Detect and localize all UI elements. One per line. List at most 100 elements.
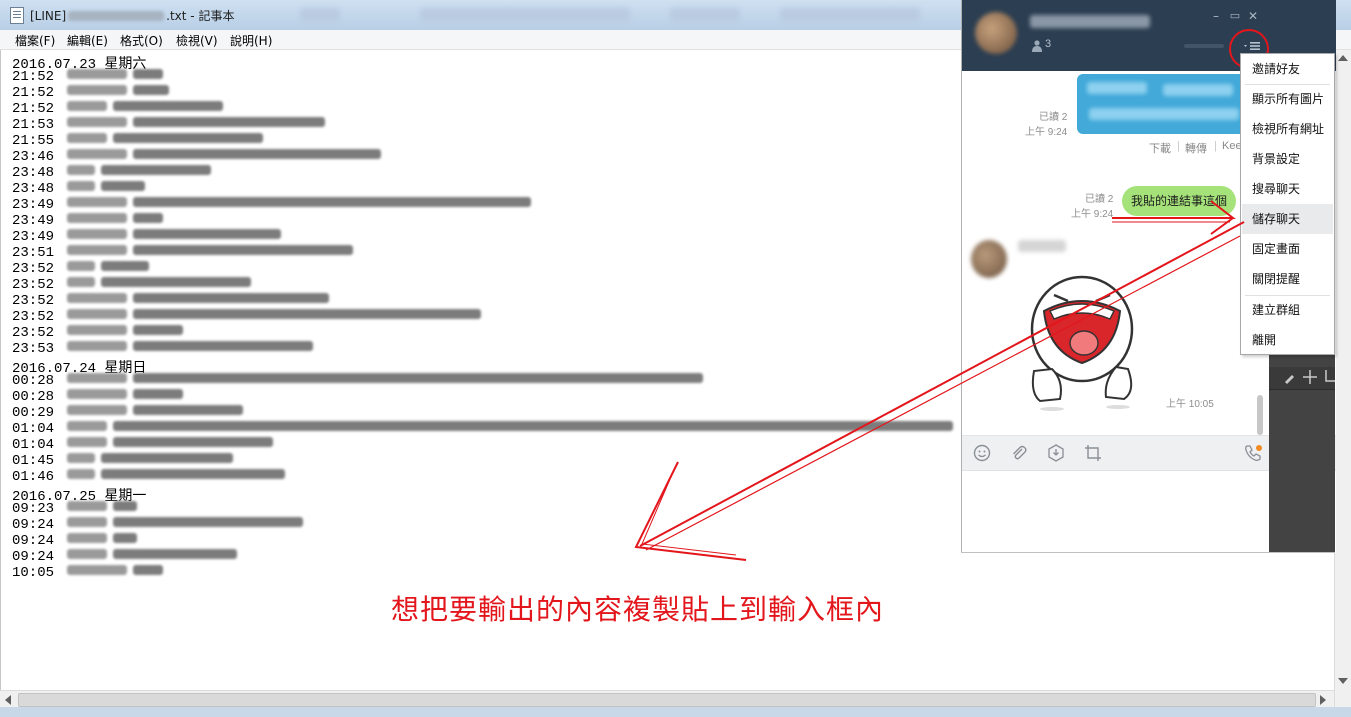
- minimize-icon[interactable]: –: [1209, 9, 1223, 23]
- message-time: 上午 9:24: [1025, 127, 1068, 138]
- blurred-content: [1087, 82, 1147, 94]
- taskbar-blur: [300, 8, 340, 22]
- log-time: 23:53: [12, 341, 55, 357]
- members-icon: [1032, 40, 1042, 52]
- log-time: 23:52: [12, 309, 55, 325]
- date-line: 2016.07.23 星期六: [12, 57, 147, 73]
- member-count: 3: [1045, 38, 1052, 50]
- forward-link[interactable]: 轉傳: [1185, 140, 1207, 156]
- log-time: 23:49: [12, 213, 55, 229]
- log-time: 23:49: [12, 229, 55, 245]
- log-time: 23:52: [12, 277, 55, 293]
- menu-help[interactable]: 說明(H): [230, 32, 272, 49]
- taskbar-blur: [420, 8, 630, 22]
- menu-file[interactable]: 檔案(F): [15, 32, 55, 49]
- attach-icon[interactable]: [1010, 444, 1028, 462]
- horizontal-scrollbar[interactable]: [0, 690, 1334, 708]
- menu-search-chat[interactable]: 搜尋聊天: [1242, 174, 1333, 204]
- sender-avatar[interactable]: [971, 240, 1007, 278]
- my-message-bubble[interactable]: 我貼的連結事這個: [1122, 186, 1237, 216]
- log-time: 00:28: [12, 389, 55, 405]
- background-window: [1269, 353, 1335, 552]
- group-avatar[interactable]: [975, 12, 1017, 54]
- log-line: 09:24: [12, 549, 237, 565]
- move-icon: [1303, 370, 1317, 384]
- log-line: 21:53: [12, 117, 325, 133]
- scroll-up-icon[interactable]: [1338, 55, 1348, 61]
- log-time: 09:24: [12, 549, 55, 565]
- menu-create-group[interactable]: 建立群組: [1242, 295, 1333, 325]
- menu-edit[interactable]: 編輯(E): [67, 32, 108, 49]
- log-line: 21:52: [12, 85, 169, 101]
- log-line: 23:52: [12, 277, 251, 293]
- download-link[interactable]: 下載: [1149, 140, 1171, 156]
- menu-view[interactable]: 檢視(V): [176, 32, 218, 49]
- message-time: 上午 9:24: [1071, 209, 1114, 220]
- blurred-content: [1089, 108, 1239, 120]
- read-receipt: 已讀 2: [1039, 112, 1068, 123]
- log-time: 23:52: [12, 293, 55, 309]
- log-line: 01:04: [12, 421, 953, 437]
- menu-invite-friends[interactable]: 邀請好友: [1242, 54, 1333, 84]
- log-line: 23:48: [12, 181, 145, 197]
- background-toolbar: [1269, 367, 1335, 390]
- log-line: 09:24: [12, 533, 137, 549]
- log-line: 23:49: [12, 213, 163, 229]
- chat-scroll-thumb[interactable]: [1257, 395, 1263, 435]
- log-time: 10:05: [12, 565, 55, 581]
- date-line: 2016.07.25 星期一: [12, 489, 147, 505]
- log-line: 09:24: [12, 517, 303, 533]
- keep-link[interactable]: Kee: [1222, 140, 1242, 152]
- log-time: 23:52: [12, 261, 55, 277]
- taskbar-blur: [780, 8, 920, 22]
- date-line: 2016.07.24 星期日: [12, 361, 147, 377]
- log-line: 00:29: [12, 405, 243, 421]
- menu-leave[interactable]: 離開: [1242, 325, 1333, 355]
- sticker-image[interactable]: [1024, 271, 1144, 411]
- log-time: 01:04: [12, 437, 55, 453]
- scroll-right-icon[interactable]: [1320, 695, 1326, 705]
- title-suffix: .txt - 記事本: [166, 9, 235, 23]
- maximize-icon[interactable]: ▭: [1228, 9, 1242, 22]
- log-time: 21:53: [12, 117, 55, 133]
- close-icon[interactable]: ✕: [1246, 9, 1260, 23]
- log-line: 21:52: [12, 69, 163, 85]
- menu-view-all-urls[interactable]: 檢視所有網址: [1242, 114, 1333, 144]
- horizontal-scroll-thumb[interactable]: [18, 693, 1316, 707]
- notepad-title: [LINE] .txt - 記事本: [30, 7, 234, 24]
- image-message[interactable]: [1077, 74, 1247, 134]
- log-time: 23:48: [12, 165, 55, 181]
- log-line: 00:28: [12, 389, 183, 405]
- menu-turn-off-notifications[interactable]: 關閉提醒: [1242, 264, 1333, 294]
- vertical-scrollbar[interactable]: [1334, 50, 1351, 707]
- emoji-icon[interactable]: [973, 444, 991, 462]
- log-time: 09:24: [12, 533, 55, 549]
- call-icon[interactable]: [1244, 444, 1262, 462]
- read-receipt: 已讀 2: [1085, 194, 1114, 205]
- menu-show-all-images[interactable]: 顯示所有圖片: [1242, 84, 1333, 114]
- menu-pin-window[interactable]: 固定畫面: [1242, 234, 1333, 264]
- scroll-left-icon[interactable]: [5, 695, 11, 705]
- log-line: 23:52: [12, 309, 481, 325]
- menu-background-settings[interactable]: 背景設定: [1242, 144, 1333, 174]
- menu-save-chat[interactable]: 儲存聊天: [1242, 204, 1333, 234]
- title-prefix: [LINE]: [30, 9, 67, 23]
- log-line: 10:05: [12, 565, 163, 581]
- log-time: 01:04: [12, 421, 55, 437]
- chat-dropdown-menu: 邀請好友 顯示所有圖片 檢視所有網址 背景設定 搜尋聊天 儲存聊天 固定畫面 關…: [1240, 53, 1335, 355]
- log-time: 01:46: [12, 469, 55, 485]
- log-time: 21:52: [12, 85, 55, 101]
- log-line: 01:04: [12, 437, 273, 453]
- log-time: 21:52: [12, 69, 55, 85]
- scroll-down-icon[interactable]: [1338, 678, 1348, 684]
- menu-format[interactable]: 格式(O): [120, 32, 163, 49]
- window-edge: [961, 552, 1335, 553]
- screenshot-icon[interactable]: [1084, 444, 1102, 462]
- log-line: 09:23: [12, 501, 137, 517]
- opacity-slider[interactable]: [1184, 44, 1224, 48]
- keep-icon[interactable]: [1047, 444, 1065, 462]
- log-time: 21:52: [12, 101, 55, 117]
- taskbar-blur: [670, 8, 740, 22]
- log-time: 01:45: [12, 453, 55, 469]
- log-line: 23:52: [12, 261, 149, 277]
